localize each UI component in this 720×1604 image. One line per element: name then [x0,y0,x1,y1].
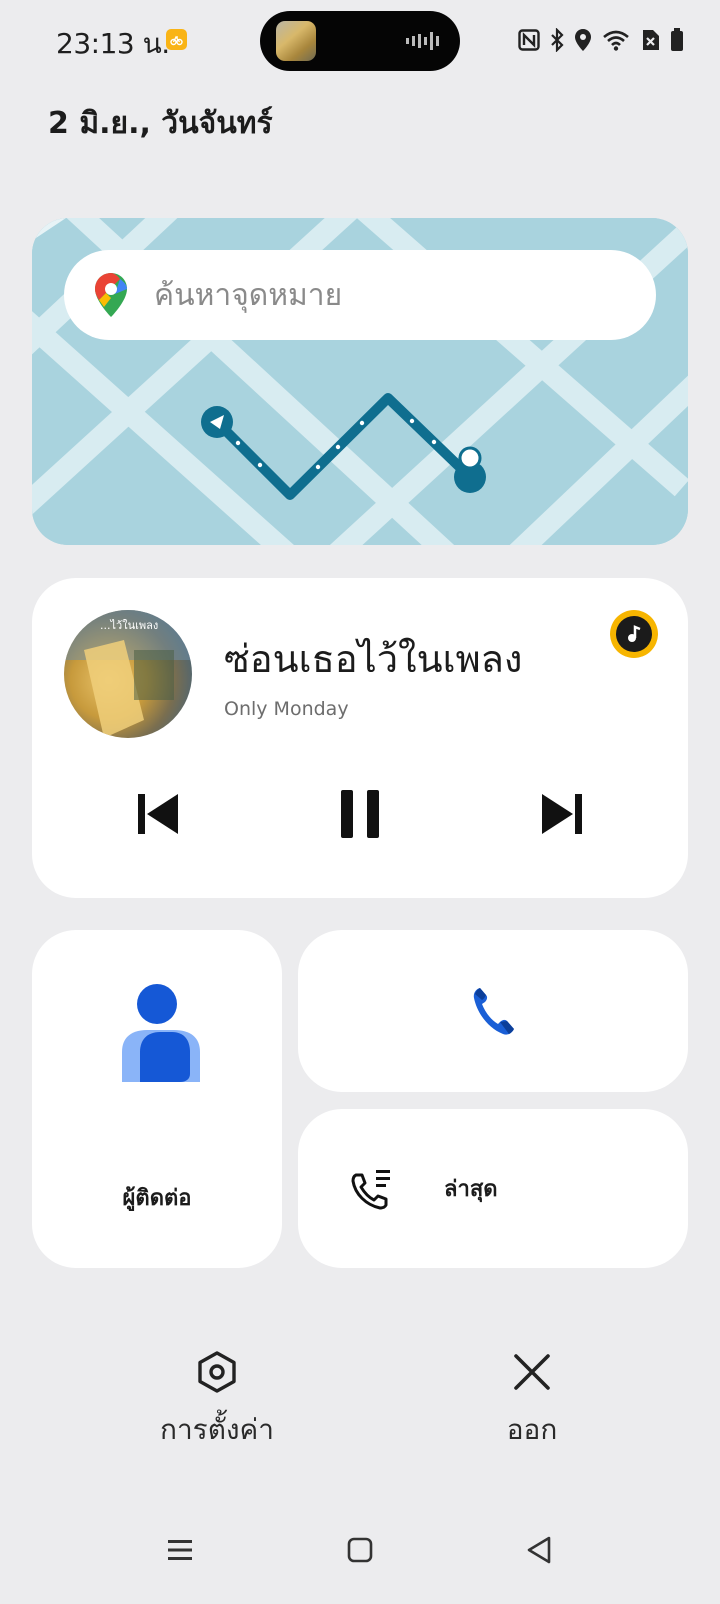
nav-recents-button[interactable] [160,1534,200,1566]
contacts-label: ผู้ติดต่อ [122,1186,192,1211]
settings-hex-icon [198,1351,236,1393]
contacts-icon [122,984,200,1082]
pause-icon [341,790,379,838]
skip-previous-icon [138,794,178,834]
bluetooth-icon [550,28,564,52]
album-art: ...ไว้ในเพลง [64,610,192,738]
phone-icon [473,988,514,1035]
phone-dialer-tile[interactable] [298,930,688,1092]
menu-lines-icon [168,1540,192,1560]
pause-button[interactable] [330,784,390,844]
previous-track-button[interactable] [128,784,188,844]
close-icon [514,1354,550,1390]
back-triangle-icon [527,1536,551,1564]
no-sim-icon [640,29,660,51]
wifi-icon [602,29,630,51]
settings-button[interactable]: การตั้งค่า [127,1350,307,1452]
car-mode-screen: 23:13 น. 2 มิ.ย., วันจันทร์ ค้นหาจุดหมาย… [0,0,720,1604]
song-artist: Only Monday [224,698,349,720]
nav-back-button[interactable] [519,1534,559,1566]
destination-search-bar[interactable]: ค้นหาจุดหมาย [64,250,656,340]
home-square-icon [347,1537,373,1563]
skip-next-icon [542,794,582,834]
dynamic-island-now-playing[interactable] [260,11,460,71]
media-player-card[interactable]: ...ไว้ในเพลง ซ่อนเธอไว้ในเพลง Only Monda… [32,578,688,898]
contacts-tile[interactable]: ผู้ติดต่อ [32,930,282,1268]
status-icons [518,26,684,54]
song-title: ซ่อนเธอไว้ในเพลง [224,637,523,681]
maps-card[interactable]: ค้นหาจุดหมาย [32,218,688,545]
next-track-button[interactable] [532,784,592,844]
audio-wave-icon [406,32,439,50]
album-overlay-text: ...ไว้ในเพลง [100,619,159,632]
status-bar: 23:13 น. [0,0,720,82]
search-placeholder: ค้นหาจุดหมาย [154,277,343,313]
app-notification-icon [166,29,187,50]
nav-home-button[interactable] [340,1534,380,1566]
recent-calls-label: ล่าสุด [444,1177,498,1202]
nfc-icon [518,29,540,51]
exit-label: ออก [506,1413,558,1446]
call-log-icon [351,1170,390,1210]
google-maps-pin-icon [95,273,127,317]
recent-calls-tile[interactable]: ล่าสุด [298,1109,688,1268]
music-app-icon[interactable] [610,610,658,658]
settings-label: การตั้งค่า [159,1413,275,1446]
exit-button[interactable]: ออก [442,1350,622,1452]
now-playing-thumbnail [276,21,316,61]
date-label: 2 มิ.ย., วันจันทร์ [48,106,273,141]
battery-icon [670,28,684,52]
location-icon [574,28,592,52]
status-time: 23:13 น. [56,27,170,60]
system-navigation-bar [0,1520,720,1604]
